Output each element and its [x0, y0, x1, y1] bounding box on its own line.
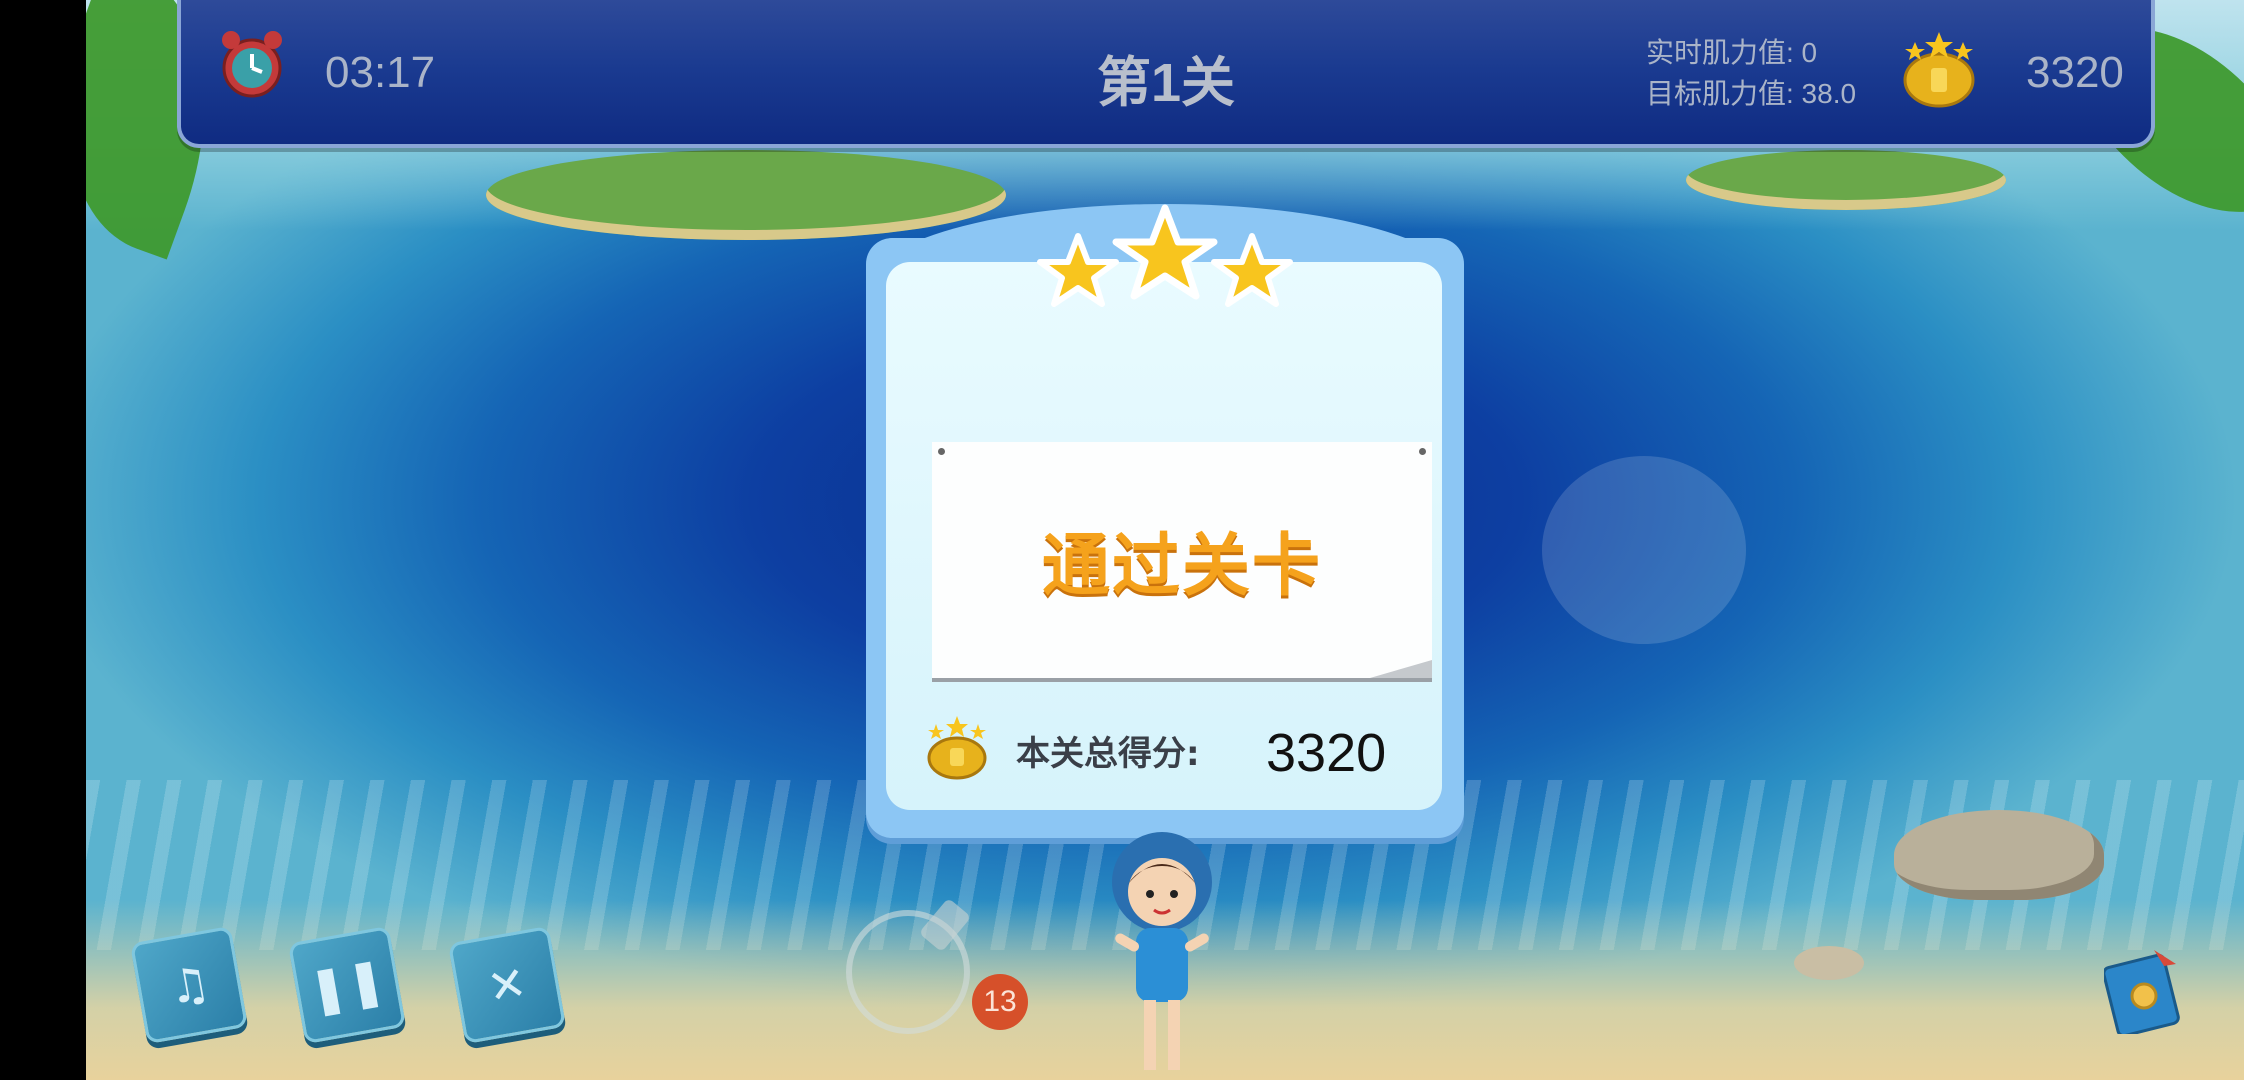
book-icon[interactable]: [2104, 946, 2182, 1034]
muscle-stats: 实时肌力值: 0 目标肌力值: 38.0: [1646, 32, 1856, 114]
left-letterbox: [0, 0, 86, 1080]
result-note-card: 通过关卡: [932, 442, 1432, 678]
pin-icon: [938, 448, 945, 455]
star-rating: [1037, 204, 1293, 307]
pin-icon: [1419, 448, 1426, 455]
current-score: 3320: [2026, 48, 2124, 97]
top-hud-bar: 03:17 第1关 实时肌力值: 0 目标肌力值: 38.0 3320: [177, 0, 2155, 148]
gold-coin-stars-icon: [1903, 32, 1975, 108]
exit-button[interactable]: ✕: [447, 925, 567, 1045]
gold-coin-stars-icon: [927, 716, 987, 780]
music-toggle-button[interactable]: ♫: [129, 925, 249, 1045]
beach-rock: [1894, 810, 2104, 900]
star-icon: [1211, 233, 1293, 307]
island-left: [486, 150, 1006, 240]
total-score-label: 本关总得分:: [1016, 734, 1200, 774]
level-passed-title: 通过关卡: [1041, 527, 1322, 606]
star-icon: [1112, 204, 1218, 300]
target-muscle-value: 目标肌力值: 38.0: [1646, 78, 1857, 109]
player-character: [1112, 832, 1212, 1070]
pause-icon: ❚❚: [304, 951, 390, 1019]
close-icon: ✕: [483, 955, 531, 1015]
note-corner-fold: [1370, 660, 1432, 678]
item-count-badge: 13: [972, 974, 1028, 1030]
level-complete-dialog: 通过关卡 本关总得分: 3320: [866, 204, 1464, 838]
pause-button[interactable]: ❚❚: [287, 925, 407, 1045]
total-score-value: 3320: [1266, 723, 1387, 783]
island-right: [1686, 150, 2006, 210]
star-icon: [1037, 233, 1119, 307]
dialog-body: 通过关卡 本关总得分: 3320: [886, 262, 1442, 810]
realtime-muscle-value: 实时肌力值: 0: [1646, 37, 1818, 68]
beach-pebble: [1794, 946, 1864, 980]
music-note-icon: ♫: [163, 954, 215, 1016]
water-bubble: [1542, 456, 1746, 644]
total-score-row: 本关总得分: 3320: [926, 714, 1426, 784]
